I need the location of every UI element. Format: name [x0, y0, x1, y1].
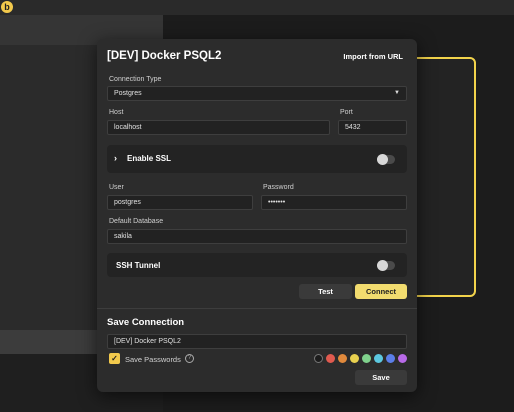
host-label: Host [109, 109, 124, 116]
connection-type-select[interactable]: Postgres ▼ [107, 86, 407, 101]
import-from-url-link[interactable]: Import from URL [343, 52, 403, 61]
app-logo-icon: b [1, 1, 13, 13]
enable-ssl-toggle[interactable] [377, 154, 395, 165]
color-swatch-none[interactable] [314, 354, 323, 363]
divider [97, 308, 417, 309]
enable-ssl-section[interactable]: › Enable SSL [107, 145, 407, 173]
color-swatch-orange[interactable] [338, 354, 347, 363]
color-swatch-cyan[interactable] [374, 354, 383, 363]
color-swatch-purple[interactable] [398, 354, 407, 363]
connect-button[interactable]: Connect [355, 284, 407, 299]
toggle-knob [377, 260, 388, 271]
chevron-down-icon: ▼ [394, 90, 400, 96]
window-titlebar: b [0, 0, 514, 15]
save-passwords-label: Save Passwords [125, 355, 181, 364]
toggle-knob [377, 154, 388, 165]
ssh-tunnel-section[interactable]: SSH Tunnel [107, 253, 407, 277]
ssh-tunnel-toggle[interactable] [377, 260, 395, 271]
connection-name-input[interactable]: [DEV] Docker PSQL2 [107, 334, 407, 349]
save-passwords-checkbox[interactable]: ✓ [109, 353, 120, 364]
sidebar-panel [0, 45, 110, 335]
connection-modal: [DEV] Docker PSQL2 Import from URL Conne… [97, 39, 417, 392]
chevron-right-icon: › [114, 153, 117, 163]
color-swatch-yellow[interactable] [350, 354, 359, 363]
modal-title: [DEV] Docker PSQL2 [107, 50, 222, 62]
color-swatch-blue[interactable] [386, 354, 395, 363]
password-label: Password [263, 184, 294, 191]
user-input[interactable]: postgres [107, 195, 253, 210]
port-label: Port [340, 109, 353, 116]
save-connection-title: Save Connection [107, 317, 185, 328]
default-database-input[interactable]: sakila [107, 229, 407, 244]
ssh-tunnel-label: SSH Tunnel [116, 261, 161, 270]
connection-type-label: Connection Type [109, 76, 162, 83]
host-input[interactable]: localhost [107, 120, 330, 135]
sidebar-footer-strip [0, 330, 110, 354]
user-label: User [109, 184, 124, 191]
help-icon[interactable]: ? [185, 354, 194, 363]
color-swatch-red[interactable] [326, 354, 335, 363]
default-database-label: Default Database [109, 218, 164, 225]
enable-ssl-label: Enable SSL [127, 154, 172, 163]
save-button[interactable]: Save [355, 370, 407, 385]
connection-type-value: Postgres [114, 90, 142, 97]
port-input[interactable]: 5432 [338, 120, 407, 135]
color-swatch-green[interactable] [362, 354, 371, 363]
test-button[interactable]: Test [299, 284, 352, 299]
password-input[interactable]: ••••••• [261, 195, 407, 210]
